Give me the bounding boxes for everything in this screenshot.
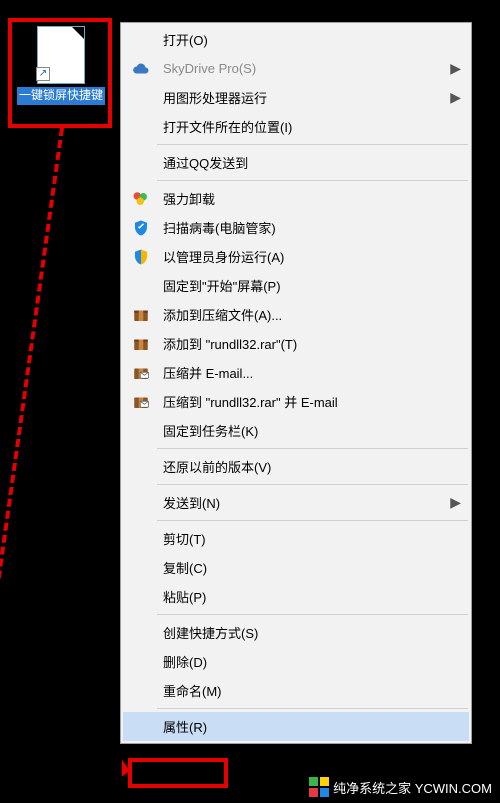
menu-restore-prev[interactable]: 还原以前的版本(V): [123, 452, 469, 481]
menu-label: 添加到压缩文件(A)...: [153, 305, 465, 324]
menu-label: 压缩并 E-mail...: [153, 363, 465, 382]
blank-icon: [129, 421, 153, 441]
blank-icon: [129, 558, 153, 578]
annotation-arrow-line: [0, 128, 64, 758]
menu-label: 还原以前的版本(V): [153, 457, 465, 476]
blank-icon: [129, 681, 153, 701]
blank-icon: [129, 88, 153, 108]
separator: [157, 614, 468, 615]
separator: [157, 144, 468, 145]
menu-open[interactable]: 打开(O): [123, 25, 469, 54]
menu-label: 固定到任务栏(K): [153, 421, 465, 440]
menu-skydrive[interactable]: SkyDrive Pro(S) ▶: [123, 54, 469, 83]
desktop-shortcut[interactable]: ↗ 一键锁屏快捷键: [16, 26, 106, 105]
menu-compress-rundll-email[interactable]: 压缩到 "rundll32.rar" 并 E-mail: [123, 387, 469, 416]
annotation-highlight-properties: [128, 758, 228, 788]
separator: [157, 520, 468, 521]
shortcut-arrow-badge: ↗: [36, 67, 50, 81]
menu-create-shortcut[interactable]: 创建快捷方式(S): [123, 618, 469, 647]
menu-label: 属性(R): [153, 717, 465, 736]
menu-label: 强力卸载: [153, 189, 465, 208]
admin-shield-icon: [129, 247, 153, 267]
blank-icon: [129, 117, 153, 137]
blank-icon: [129, 457, 153, 477]
menu-label: 剪切(T): [153, 529, 465, 548]
menu-scan-virus[interactable]: 扫描病毒(电脑管家): [123, 213, 469, 242]
shield-icon: [129, 218, 153, 238]
menu-qq-send[interactable]: 通过QQ发送到: [123, 148, 469, 177]
menu-add-archive[interactable]: 添加到压缩文件(A)...: [123, 300, 469, 329]
blank-icon: [129, 717, 153, 737]
archive-mail-icon: [129, 363, 153, 383]
menu-delete[interactable]: 删除(D): [123, 647, 469, 676]
menu-label: 发送到(N): [153, 493, 450, 512]
uninstall-icon: [129, 189, 153, 209]
separator: [157, 484, 468, 485]
chevron-right-icon: ▶: [450, 60, 465, 77]
blank-icon: [129, 587, 153, 607]
blank-icon: [129, 30, 153, 50]
blank-icon: [129, 623, 153, 643]
menu-rename[interactable]: 重命名(M): [123, 676, 469, 705]
menu-paste[interactable]: 粘贴(P): [123, 582, 469, 611]
menu-label: 重命名(M): [153, 681, 465, 700]
menu-label: 用图形处理器运行: [153, 88, 450, 107]
menu-label: 扫描病毒(电脑管家): [153, 218, 465, 237]
archive-mail-icon: [129, 392, 153, 412]
menu-label: 复制(C): [153, 558, 465, 577]
menu-label: 创建快捷方式(S): [153, 623, 465, 642]
context-menu: 打开(O) SkyDrive Pro(S) ▶ 用图形处理器运行 ▶ 打开文件所…: [120, 22, 472, 744]
menu-run-admin[interactable]: 以管理员身份运行(A): [123, 242, 469, 271]
annotation-arrow-head: [108, 751, 130, 776]
menu-label: 添加到 "rundll32.rar"(T): [153, 334, 465, 353]
blank-icon: [129, 652, 153, 672]
watermark-text: 纯净系统之家 YCWIN.COM: [333, 778, 492, 797]
menu-run-gfx[interactable]: 用图形处理器运行 ▶: [123, 83, 469, 112]
archive-icon: [129, 305, 153, 325]
menu-label: 粘贴(P): [153, 587, 465, 606]
menu-label: 压缩到 "rundll32.rar" 并 E-mail: [153, 392, 465, 411]
cloud-icon: [129, 59, 153, 79]
menu-label: 通过QQ发送到: [153, 153, 465, 172]
archive-icon: [129, 334, 153, 354]
menu-cut[interactable]: 剪切(T): [123, 524, 469, 553]
menu-label: SkyDrive Pro(S): [153, 61, 450, 76]
menu-copy[interactable]: 复制(C): [123, 553, 469, 582]
watermark: 纯净系统之家 YCWIN.COM: [309, 777, 492, 797]
chevron-right-icon: ▶: [450, 89, 465, 106]
chevron-right-icon: ▶: [450, 494, 465, 511]
menu-label: 以管理员身份运行(A): [153, 247, 465, 266]
separator: [157, 180, 468, 181]
blank-icon: [129, 493, 153, 513]
menu-add-rundll[interactable]: 添加到 "rundll32.rar"(T): [123, 329, 469, 358]
menu-send-to[interactable]: 发送到(N) ▶: [123, 488, 469, 517]
blank-icon: [129, 529, 153, 549]
menu-force-uninstall[interactable]: 强力卸载: [123, 184, 469, 213]
menu-pin-taskbar[interactable]: 固定到任务栏(K): [123, 416, 469, 445]
menu-label: 打开(O): [153, 30, 465, 49]
blank-icon: [129, 153, 153, 173]
shortcut-label: 一键锁屏快捷键: [17, 87, 105, 105]
separator: [157, 448, 468, 449]
menu-open-location[interactable]: 打开文件所在的位置(I): [123, 112, 469, 141]
menu-pin-start[interactable]: 固定到"开始"屏幕(P): [123, 271, 469, 300]
windows-flag-icon: [309, 777, 329, 797]
menu-label: 固定到"开始"屏幕(P): [153, 276, 465, 295]
menu-label: 打开文件所在的位置(I): [153, 117, 465, 136]
menu-properties[interactable]: 属性(R): [123, 712, 469, 741]
menu-label: 删除(D): [153, 652, 465, 671]
separator: [157, 708, 468, 709]
blank-icon: [129, 276, 153, 296]
menu-compress-email[interactable]: 压缩并 E-mail...: [123, 358, 469, 387]
